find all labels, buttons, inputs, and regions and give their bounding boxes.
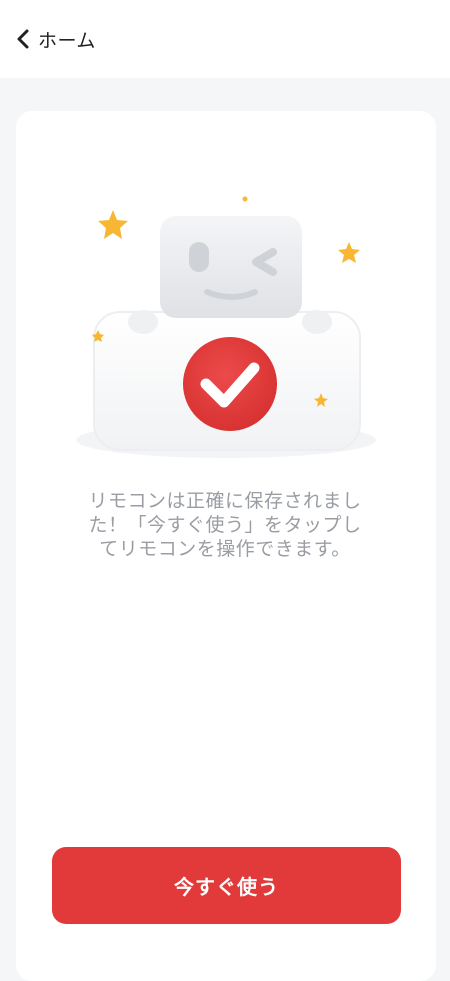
save-success-message: リモコンは正確に保存されました！「今すぐ使う」をタップしてリモコンを操作できます… [88,490,362,560]
star-icon [98,210,128,239]
sparkle-dot [242,196,248,202]
star-icon [338,242,360,263]
robot-illustration [76,196,376,458]
robot-shoulder-left [128,310,158,334]
use-now-button[interactable]: 今すぐ使う [52,847,401,924]
check-circle-icon [183,337,277,431]
robot-eye-left [189,242,209,272]
robot-shoulder-right [302,310,332,334]
robot-head [160,216,302,318]
